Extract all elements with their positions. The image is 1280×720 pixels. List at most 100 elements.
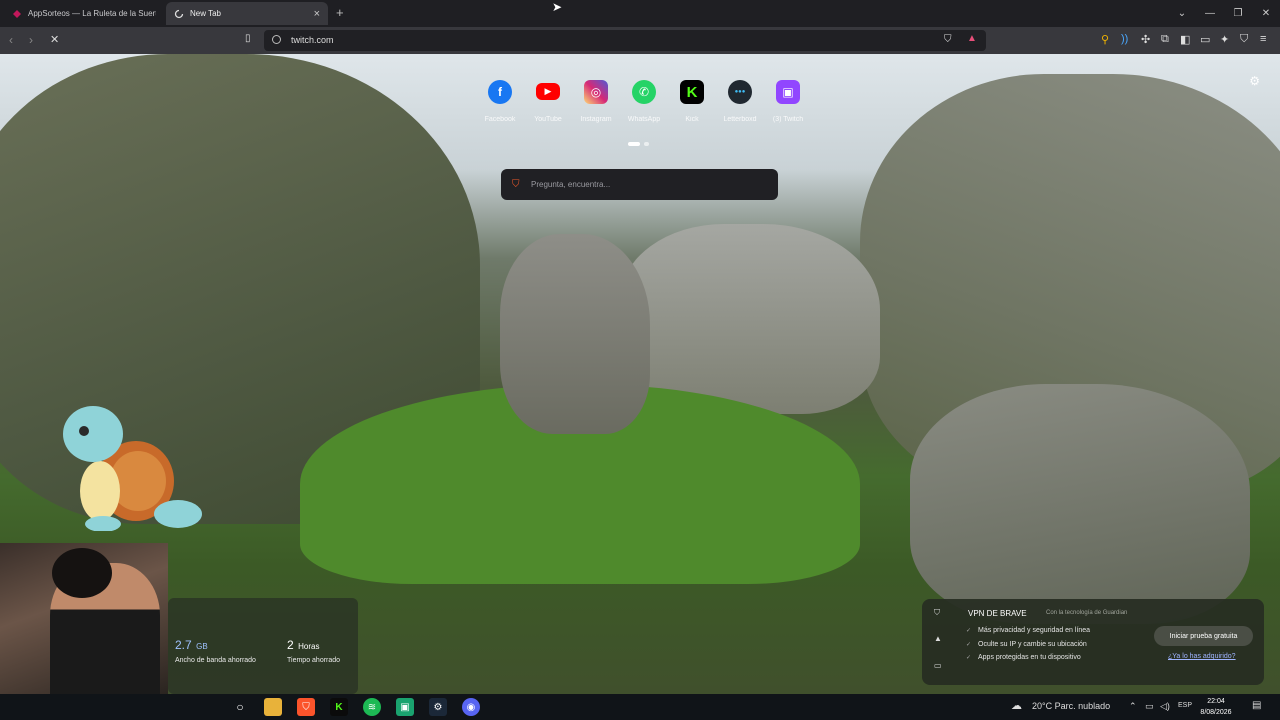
top-site-label: (3) Twitch bbox=[772, 116, 804, 123]
youtube-icon: ▶ bbox=[536, 83, 560, 100]
wallet-icon[interactable]: ▭ bbox=[1200, 33, 1210, 46]
background-boulder bbox=[910, 384, 1250, 624]
volume-icon[interactable]: ◁) bbox=[1160, 701, 1170, 712]
search-circle-icon[interactable]: ○ bbox=[231, 698, 249, 716]
top-site-instagram[interactable]: ◎ Instagram bbox=[572, 80, 620, 123]
kick-icon: K bbox=[680, 80, 704, 104]
time-saved: 2 Horas Tiempo ahorrado bbox=[287, 636, 340, 664]
bandwidth-value: 2.7 bbox=[175, 638, 192, 652]
stop-icon[interactable]: ✕ bbox=[50, 33, 59, 46]
top-site-kick[interactable]: K Kick bbox=[668, 80, 716, 123]
new-tab-page: ⚙ f Facebook ▶ YouTube ◎ Instagram ✆ Wha… bbox=[0, 54, 1280, 694]
tab-title: New Tab bbox=[190, 9, 221, 18]
forward-arrow-icon[interactable]: › bbox=[29, 33, 33, 47]
top-sites: f Facebook ▶ YouTube ◎ Instagram ✆ Whats… bbox=[476, 80, 812, 123]
spotify-icon[interactable]: ≋ bbox=[363, 698, 381, 716]
puzzle-icon[interactable]: ✣ bbox=[1141, 33, 1150, 46]
top-site-label: YouTube bbox=[534, 116, 562, 123]
background-mountains bbox=[620, 224, 880, 414]
language-indicator[interactable]: ESP bbox=[1178, 702, 1192, 709]
close-tab-icon[interactable]: × bbox=[314, 8, 320, 20]
tray-chevron-icon[interactable]: ⌃ bbox=[1129, 701, 1137, 712]
brave-shields-icon[interactable]: ⛉ bbox=[944, 34, 952, 45]
close-icon[interactable]: ✕ bbox=[1252, 8, 1280, 19]
camera-icon[interactable]: ▭ bbox=[934, 661, 942, 670]
clock-time: 22:04 bbox=[1207, 698, 1225, 705]
kick-taskbar-icon[interactable]: K bbox=[330, 698, 348, 716]
squirtle-overlay-image bbox=[63, 406, 202, 531]
gear-icon[interactable]: ⚙ bbox=[1249, 74, 1260, 88]
discord-icon[interactable]: ◉ bbox=[462, 698, 480, 716]
streamer-hair bbox=[52, 548, 112, 598]
brave-rewards-icon[interactable]: ▲ bbox=[967, 33, 977, 44]
facebook-icon: f bbox=[488, 80, 512, 104]
notifications-icon[interactable]: ▤ bbox=[1252, 700, 1261, 711]
top-site-letterboxd[interactable]: ●●● Letterboxd bbox=[716, 80, 764, 123]
already-purchased-link[interactable]: ¿Ya lo has adquirido? bbox=[1168, 653, 1236, 660]
browser-toolbar: ‹ › ✕ ▯ twitch.com ⛉ ▲ ⚲ )) ✣ ⧉ ◧ ▭ ✦ ⛉ … bbox=[0, 27, 1280, 54]
tab-new-tab[interactable]: New Tab × bbox=[166, 2, 328, 25]
top-site-whatsapp[interactable]: ✆ WhatsApp bbox=[620, 80, 668, 123]
letterboxd-icon: ●●● bbox=[728, 80, 752, 104]
time-unit: Horas bbox=[298, 642, 320, 651]
start-trial-button[interactable]: Iniciar prueba gratuita bbox=[1154, 626, 1253, 646]
top-site-label: Letterboxd bbox=[723, 116, 757, 123]
top-site-twitch[interactable]: ▣ (3) Twitch bbox=[764, 80, 812, 123]
clock[interactable]: 22:04 8/08/2026 bbox=[1196, 696, 1236, 718]
brave-browser-icon[interactable]: ⛉ bbox=[297, 698, 315, 716]
savings-stats-widget: 2.7 GB Ancho de banda ahorrado 2 Horas T… bbox=[168, 598, 358, 694]
site-info-icon[interactable] bbox=[272, 35, 281, 44]
bandwidth-saved: 2.7 GB Ancho de banda ahorrado bbox=[175, 636, 256, 664]
vpn-feature: Apps protegidas en tu dispositivo bbox=[966, 654, 1081, 661]
vpn-provider: Con la tecnología de Guardian bbox=[1046, 610, 1128, 616]
bookmark-icon[interactable]: ▯ bbox=[245, 33, 251, 44]
window-controls: ⌄ — ❐ ✕ bbox=[1168, 0, 1280, 27]
top-site-label: Instagram bbox=[580, 116, 612, 123]
chevron-down-icon[interactable]: ⌄ bbox=[1168, 8, 1196, 19]
top-site-label: WhatsApp bbox=[627, 116, 661, 123]
new-tab-button[interactable]: + bbox=[336, 5, 344, 20]
search-box[interactable]: ⛉ Pregunta, encuentra... bbox=[501, 169, 778, 200]
search-extension-icon[interactable]: ⚲ bbox=[1101, 33, 1109, 46]
url-text[interactable]: twitch.com bbox=[291, 35, 334, 45]
layout-icon[interactable]: ⧉ bbox=[1161, 33, 1169, 46]
restore-icon[interactable]: ❐ bbox=[1224, 8, 1252, 19]
weather-text[interactable]: 20°C Parc. nublado bbox=[1032, 701, 1110, 711]
tab-strip: AppSorteos — La Ruleta de la Suerte New … bbox=[0, 0, 1280, 27]
vpn-icon[interactable]: ⛉ bbox=[1240, 33, 1248, 46]
top-site-youtube[interactable]: ▶ YouTube bbox=[524, 80, 572, 123]
search-placeholder[interactable]: Pregunta, encuentra... bbox=[531, 180, 610, 189]
appsorteos-favicon-icon bbox=[13, 9, 21, 18]
minimize-icon[interactable]: — bbox=[1196, 8, 1224, 19]
instagram-icon: ◎ bbox=[584, 80, 608, 104]
warning-icon[interactable]: ▲ bbox=[934, 634, 942, 643]
steam-icon[interactable]: ⚙ bbox=[429, 698, 447, 716]
mouse-cursor-icon: ➤ bbox=[552, 0, 563, 14]
clock-date: 8/08/2026 bbox=[1200, 709, 1232, 716]
vpn-title: VPN DE BRAVE bbox=[968, 609, 1027, 618]
file-explorer-icon[interactable] bbox=[264, 698, 282, 716]
top-sites-pager[interactable] bbox=[628, 142, 649, 146]
tab-title: AppSorteos — La Ruleta de la Suerte bbox=[28, 9, 156, 18]
top-site-facebook[interactable]: f Facebook bbox=[476, 80, 524, 123]
top-site-label: Kick bbox=[685, 116, 699, 123]
webcam-overlay bbox=[0, 543, 168, 694]
windows-taskbar: ○ ⛉ K ≋ ▣ ⚙ ◉ ☁ 20°C Parc. nublado ⌃ ▭ ◁… bbox=[0, 694, 1280, 720]
whatsapp-icon: ✆ bbox=[632, 80, 656, 104]
menu-icon[interactable]: ≡ bbox=[1260, 33, 1266, 45]
sidebar-icon[interactable]: ◧ bbox=[1180, 33, 1190, 46]
vpn-feature: Más privacidad y seguridad en línea bbox=[966, 627, 1090, 634]
weather-icon: ☁ bbox=[1011, 700, 1022, 712]
address-bar[interactable]: twitch.com ⛉ ▲ bbox=[264, 30, 986, 51]
tab-appsorteos[interactable]: AppSorteos — La Ruleta de la Suerte bbox=[4, 2, 164, 25]
bandwidth-unit: GB bbox=[196, 642, 208, 651]
brave-lion-icon: ⛉ bbox=[512, 179, 520, 190]
time-value: 2 bbox=[287, 638, 294, 652]
leo-icon[interactable]: ✦ bbox=[1220, 33, 1229, 46]
twitch-icon: ▣ bbox=[776, 80, 800, 104]
back-arrow-icon[interactable]: ‹ bbox=[9, 33, 13, 47]
network-icon[interactable]: ▭ bbox=[1145, 701, 1154, 712]
app-taskbar-icon[interactable]: ▣ bbox=[396, 698, 414, 716]
loading-spinner-icon bbox=[174, 9, 184, 18]
audio-extension-icon[interactable]: )) bbox=[1121, 33, 1128, 45]
